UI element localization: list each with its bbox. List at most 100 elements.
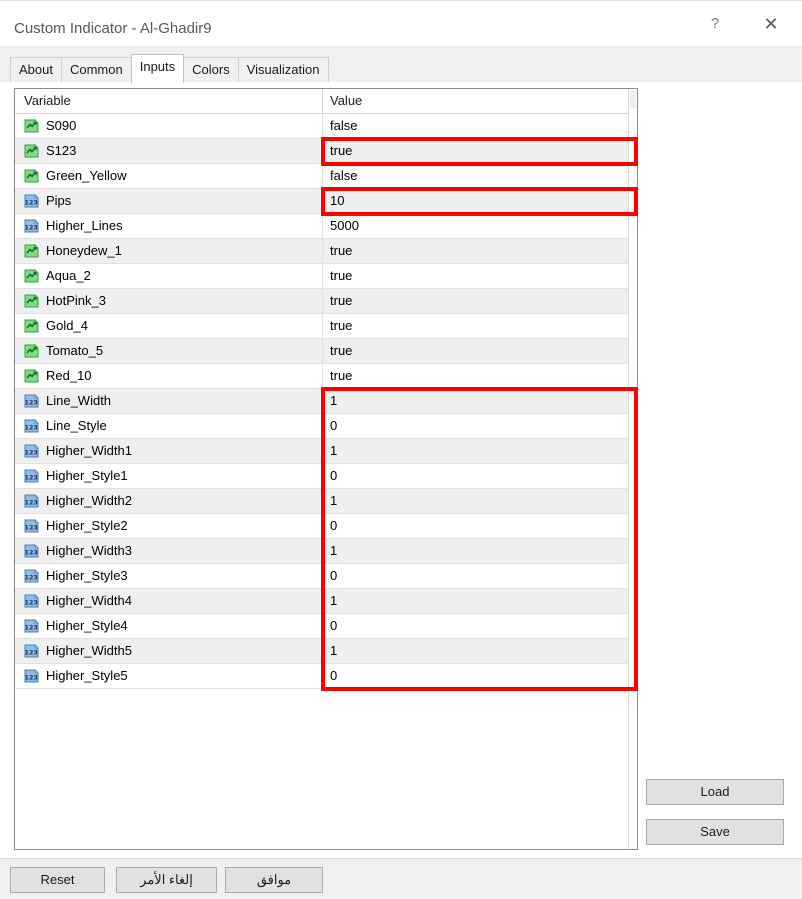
table-row[interactable]: 123Higher_Style40 <box>15 614 629 639</box>
value-cell[interactable]: 0 <box>322 614 629 638</box>
variable-name-cell: 123Line_Style <box>15 414 321 438</box>
table-row[interactable]: 123Higher_Width41 <box>15 589 629 614</box>
svg-text:123: 123 <box>25 223 38 231</box>
value-cell[interactable]: true <box>322 139 629 163</box>
variable-label: Higher_Style4 <box>46 618 128 633</box>
value-label: true <box>330 368 352 383</box>
value-cell[interactable]: false <box>322 114 629 138</box>
table-row[interactable]: 123Higher_Width51 <box>15 639 629 664</box>
variable-name-cell: Aqua_2 <box>15 264 321 288</box>
cancel-button[interactable]: إلغاء الأمر <box>116 867 217 893</box>
value-cell[interactable]: true <box>322 289 629 313</box>
table-row[interactable]: 123 Higher_Style2 0 <box>15 514 629 539</box>
table-empty-row <box>15 764 629 789</box>
number-123-icon: 123 <box>24 194 39 208</box>
table-row[interactable]: 123Higher_Style30 <box>15 564 629 589</box>
table-row[interactable]: 123Higher_Style50 <box>15 664 629 689</box>
variable-label: Pips <box>46 193 71 208</box>
table-row[interactable]: 123Higher_Style10 <box>15 464 629 489</box>
tab-colors[interactable]: Colors <box>183 57 239 83</box>
column-header-variable: Variable <box>15 89 321 113</box>
value-cell[interactable]: true <box>322 239 629 263</box>
variable-label: Tomato_5 <box>46 343 103 358</box>
value-cell[interactable]: 1 <box>322 439 629 463</box>
table-row[interactable]: S123 true <box>15 139 629 164</box>
value-cell[interactable]: 0 <box>322 664 629 688</box>
empty-variable-cell <box>15 764 321 788</box>
table-row[interactable]: 123Line_Width1 <box>15 389 629 414</box>
tab-about[interactable]: About <box>10 57 62 83</box>
table-row[interactable]: 123 Pips 10 <box>15 189 629 214</box>
value-cell[interactable]: false <box>322 164 629 188</box>
table-body: VariableValueS090falseS123trueGreen_Yell… <box>15 89 629 849</box>
value-cell[interactable]: 0 <box>322 514 629 538</box>
value-cell[interactable]: true <box>322 339 629 363</box>
value-cell[interactable]: 1 <box>322 539 629 563</box>
variable-label: Higher_Width3 <box>46 543 132 558</box>
value-label: 1 <box>330 393 337 408</box>
table-row[interactable]: 123Higher_Width21 <box>15 489 629 514</box>
table-row[interactable]: 123Higher_Lines5000 <box>15 214 629 239</box>
bool-indicator-icon <box>24 169 39 183</box>
value-cell[interactable]: 0 <box>322 414 629 438</box>
table-row[interactable]: Tomato_5 true <box>15 339 629 364</box>
value-cell[interactable]: true <box>322 314 629 338</box>
close-icon[interactable]: ✕ <box>748 9 794 39</box>
value-label: true <box>330 143 352 158</box>
load-button[interactable]: Load <box>646 779 784 805</box>
svg-text:123: 123 <box>25 523 38 531</box>
value-cell[interactable]: 10 <box>322 189 629 213</box>
variable-name-cell: 123Higher_Style4 <box>15 614 321 638</box>
save-button[interactable]: Save <box>646 819 784 845</box>
number-123-icon: 123 <box>24 594 39 608</box>
parameters-table[interactable]: VariableValueS090falseS123trueGreen_Yell… <box>14 88 638 850</box>
table-row[interactable]: Honeydew_1true <box>15 239 629 264</box>
table-row[interactable]: Green_Yellowfalse <box>15 164 629 189</box>
variable-label: Higher_Style2 <box>46 518 128 533</box>
table-row[interactable]: 123Higher_Width31 <box>15 539 629 564</box>
bool-indicator-icon <box>24 369 39 383</box>
bool-indicator-icon <box>24 344 39 358</box>
value-label: true <box>330 268 352 283</box>
value-cell[interactable]: 1 <box>322 489 629 513</box>
variable-name-cell: S123 <box>15 139 321 163</box>
scrollbar-thumb[interactable] <box>630 90 636 108</box>
value-cell[interactable]: true <box>322 364 629 388</box>
help-icon[interactable]: ? <box>692 9 738 39</box>
tab-common[interactable]: Common <box>61 57 132 83</box>
bool-indicator-icon <box>24 294 39 308</box>
variable-label: S090 <box>46 118 76 133</box>
table-row[interactable]: HotPink_3true <box>15 289 629 314</box>
table-row[interactable]: Aqua_2 true <box>15 264 629 289</box>
tab-inputs[interactable]: Inputs <box>131 54 184 83</box>
value-cell[interactable]: 0 <box>322 564 629 588</box>
variable-label: Higher_Style1 <box>46 468 128 483</box>
number-123-icon: 123 <box>24 219 39 233</box>
empty-variable-cell <box>15 689 321 713</box>
dialog-button-bar: Reset إلغاء الأمر موافق <box>0 858 802 899</box>
column-header-value: Value <box>322 89 629 113</box>
ok-button[interactable]: موافق <box>225 867 323 893</box>
table-scrollbar[interactable] <box>628 89 637 849</box>
inputs-panel: VariableValueS090falseS123trueGreen_Yell… <box>0 82 802 858</box>
value-cell[interactable]: 5000 <box>322 214 629 238</box>
table-row[interactable]: Red_10true <box>15 364 629 389</box>
tab-visualization[interactable]: Visualization <box>238 57 329 83</box>
table-row[interactable]: 123Higher_Width11 <box>15 439 629 464</box>
value-label: false <box>330 118 357 133</box>
table-row[interactable]: 123Line_Style0 <box>15 414 629 439</box>
value-label: 0 <box>330 568 337 583</box>
value-cell[interactable]: true <box>322 264 629 288</box>
value-cell[interactable]: 1 <box>322 639 629 663</box>
svg-text:123: 123 <box>25 398 38 406</box>
bool-indicator-icon <box>24 144 39 158</box>
value-cell[interactable]: 1 <box>322 389 629 413</box>
value-cell[interactable]: 1 <box>322 589 629 613</box>
value-cell[interactable]: 0 <box>322 464 629 488</box>
reset-button[interactable]: Reset <box>10 867 105 893</box>
table-row[interactable]: Gold_4true <box>15 314 629 339</box>
number-123-icon: 123 <box>24 519 39 533</box>
table-row[interactable]: S090 false <box>15 114 629 139</box>
number-123-icon: 123 <box>24 394 39 408</box>
variable-label: Higher_Width5 <box>46 643 132 658</box>
